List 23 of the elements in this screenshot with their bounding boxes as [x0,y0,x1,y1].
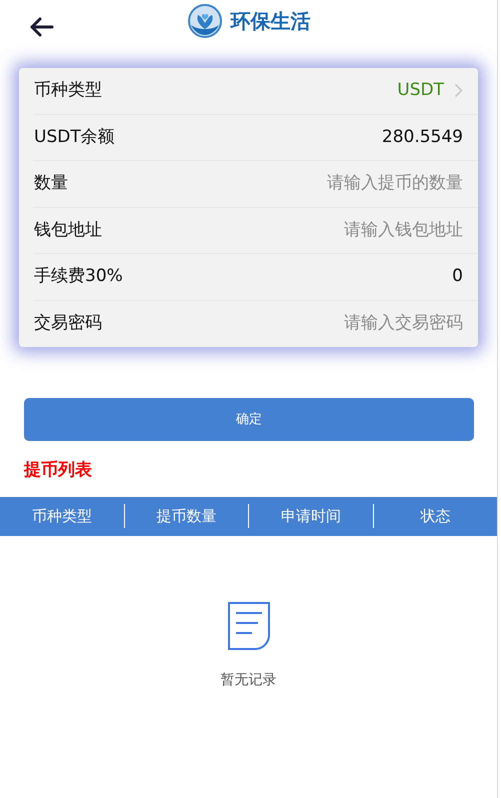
empty-message: 暂无记录 [220,670,276,690]
field-label: 交易密码 [34,312,102,335]
column-header: 状态 [372,504,497,528]
input-field[interactable]: 请输入提币的数量 [263,171,463,196]
field-label: 手续费30% [34,265,123,288]
field-label: USDT余额 [34,126,115,148]
coin-select[interactable]: USDT [397,78,463,104]
field-label: 钱包地址 [34,218,102,242]
field-value: 280.5549 [382,126,463,148]
input-field[interactable]: 请输入钱包地址 [263,218,463,243]
column-header: 申请时间 [248,504,372,528]
column-header: 币种类型 [30,506,93,527]
document-icon [228,602,270,650]
column-header: 提币数量 [124,504,248,528]
section-title: 提币列表 [24,459,93,482]
field-value: 0 [452,265,463,288]
field-label: 数量 [34,172,68,195]
app-title: 环保生活 [230,8,310,35]
field-label: 币种类型 [34,79,102,102]
confirm-button[interactable]: 确定 [24,398,474,441]
logo-icon [186,3,222,39]
input-field[interactable]: 请输入交易密码 [263,311,463,336]
chevron-right-icon [454,83,463,98]
